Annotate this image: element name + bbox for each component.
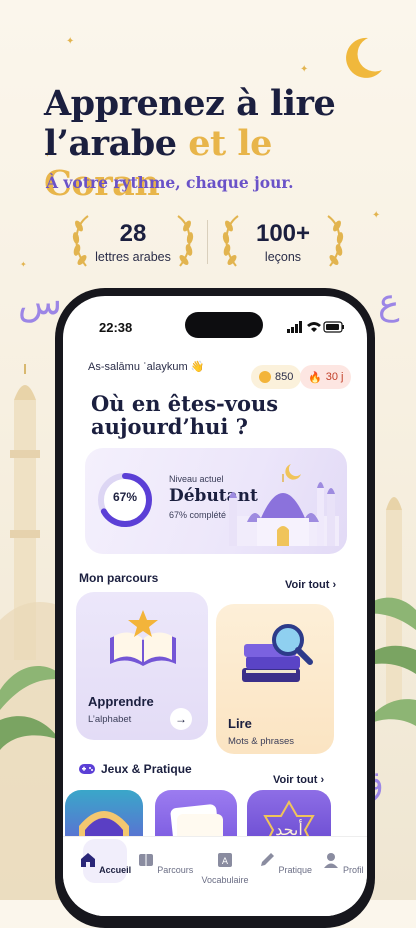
pencil-icon [260,853,274,866]
streak-value: 30 j [325,371,344,383]
star-icon: ✦ [300,64,309,75]
books-magnifier-icon [242,624,313,682]
tab-bar: Accueil Parcours A Vocabulaire Pratique … [63,836,367,916]
arabic-letter-ain: ع [378,282,400,323]
tab-label: Parcours [157,865,194,875]
stat-divider [207,220,208,264]
gamepad-icon [79,764,95,774]
dynamic-island [185,312,263,338]
page-title: Où en êtes-vous aujourd’hui ? [91,391,279,439]
wifi-icon [307,322,321,332]
read-card-title: Lire [228,716,252,731]
read-card[interactable]: Lire Mots & phrases [216,604,334,754]
games-heading: Jeux & Pratique [79,762,192,776]
stat-letters: 28 lettres arabes [68,212,198,272]
svg-text:A: A [222,857,229,867]
stat-lessons: 100+ leçons [218,212,348,272]
hero-title-plain: l’arabe [44,123,177,164]
book-icon [138,854,153,866]
learn-card-title: Apprendre [88,694,154,709]
games-see-all-link[interactable]: Voir tout › [273,774,324,786]
status-time: 22:38 [99,320,133,335]
greeting-text: As-salāmu ʿalaykum 👋 [88,361,205,373]
vocab-icon: A [218,853,232,867]
open-book-star-icon [110,610,176,666]
arabic-letter-sin: س [18,282,62,323]
laurel-left-icon [222,215,239,267]
level-completion: 67% complété [169,510,227,520]
tab-vocabulaire[interactable]: A Vocabulaire [195,851,255,885]
arrow-right-icon: → [175,712,187,726]
laurel-left-icon [72,215,89,267]
star-icon: ✦ [20,260,27,269]
parcours-title: Mon parcours [79,571,159,585]
see-all-label: Voir tout [273,774,318,786]
tab-accueil[interactable]: Accueil [75,851,135,875]
star-icon: ✦ [66,36,75,47]
flame-icon: 🔥 [308,371,322,384]
star-icon: ✦ [372,210,381,221]
learn-arrow-button[interactable]: → [170,708,192,730]
parcours-see-all-link[interactable]: Voir tout › [285,579,336,591]
phone-frame: 22:38 As-salāmu ʿalaykum 👋 850 🔥 30 j Où… [55,288,375,928]
crescent-moon-icon [346,37,382,78]
tab-label: Accueil [99,865,132,875]
hero-subtitle: À votre rythme, chaque jour. [46,173,294,192]
see-all-label: Voir tout [285,579,330,591]
laurel-right-icon [327,215,344,267]
learn-card-subtitle: L’alphabet [88,714,132,725]
mosque-illustration [229,464,339,546]
chevron-right-icon: › [320,774,325,786]
tab-label: Profil [343,865,364,875]
tab-pratique[interactable]: Pratique [255,851,315,875]
status-icons [287,321,344,333]
coins-value: 850 [275,371,294,383]
tab-label: Pratique [278,865,313,875]
level-card[interactable]: 67% Niveau actuel Débutant 67% complété [85,448,347,554]
home-icon [80,853,95,867]
coin-icon [259,371,271,383]
chevron-right-icon: › [332,579,337,591]
read-card-subtitle: Mots & phrases [228,736,294,747]
tab-parcours[interactable]: Parcours [135,851,195,875]
hero-title-line1: Apprenez à lire [44,83,336,124]
signal-icon [287,321,302,333]
tab-profil[interactable]: Profil [313,851,367,875]
phone-screen: 22:38 As-salāmu ʿalaykum 👋 850 🔥 30 j Où… [63,296,367,916]
tab-label: Vocabulaire [201,875,249,885]
learn-card[interactable]: Apprendre L’alphabet → [76,592,208,740]
person-icon [324,853,339,868]
streak-badge[interactable]: 🔥 30 j [300,365,352,389]
coins-badge[interactable]: 850 [251,365,302,389]
progress-percent: 67% [112,490,138,504]
level-label: Niveau actuel [169,474,224,484]
laurel-right-icon [177,215,194,267]
games-title: Jeux & Pratique [101,762,192,776]
